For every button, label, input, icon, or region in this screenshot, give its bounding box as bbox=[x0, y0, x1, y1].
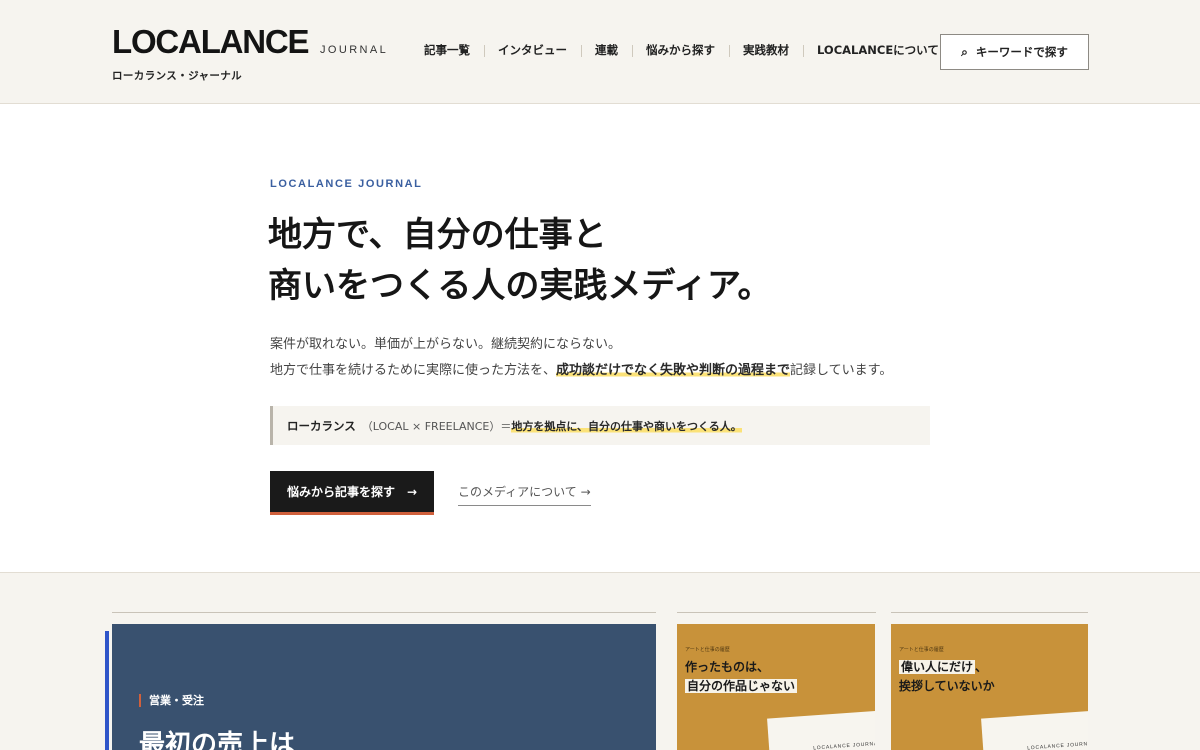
definition-box: ローカランス （LOCAL × FREELANCE）＝ 地方を拠点に、自分の仕事… bbox=[270, 406, 930, 445]
card-title-highlight: 偉い人にだけ bbox=[899, 660, 976, 674]
card-1-divider bbox=[677, 612, 876, 613]
arrow-right-icon: → bbox=[406, 484, 418, 499]
card-title-line-1: 作ったものは、 bbox=[685, 660, 770, 674]
card-paper-label: LOCALANCE JOURNAL bbox=[813, 740, 875, 750]
definition-term: ローカランス bbox=[287, 418, 356, 433]
definition-highlight: 地方を拠点に、自分の仕事や商いをつくる人。 bbox=[511, 417, 742, 434]
logo-kana: ローカランス・ジャーナル bbox=[112, 70, 243, 82]
card-series: アートと仕事の履歴 bbox=[685, 647, 730, 653]
nav-item-series[interactable]: 連載 bbox=[581, 42, 632, 58]
lead-highlight: 成功談だけでなく失敗や判断の過程まで bbox=[556, 363, 791, 378]
featured-accent-bar bbox=[105, 631, 109, 750]
lead-line-1: 案件が取れない。単価が上がらない。継続契約にならない。 bbox=[270, 337, 622, 352]
card-title: 作ったものは、 自分の作品じゃない bbox=[685, 658, 798, 696]
card-series: アートと仕事の履歴 bbox=[899, 647, 944, 653]
card-title-line-2: 自分の作品じゃない bbox=[685, 679, 798, 693]
hero-title: 地方で、自分の仕事と 商いをつくる人の実践メディア。 bbox=[268, 210, 772, 312]
nav-item-articles[interactable]: 記事一覧 bbox=[410, 42, 484, 58]
card-paper-illustration: LOCALANCE JOURNAL bbox=[981, 709, 1088, 750]
definition-paren: （LOCAL × FREELANCE）＝ bbox=[361, 419, 512, 433]
card-paper-illustration: LOCALANCE JOURNAL bbox=[767, 709, 875, 750]
hero-title-line-2: 商いをつくる人の実践メディア。 bbox=[268, 266, 772, 306]
global-nav: 記事一覧 インタビュー 連載 悩みから探す 実践教材 LOCALANCEについて bbox=[410, 41, 953, 59]
search-button-label: キーワードで探す bbox=[975, 45, 1068, 59]
nav-item-interview[interactable]: インタビュー bbox=[484, 42, 581, 58]
card-paper-label: LOCALANCE JOURNAL bbox=[1027, 740, 1088, 750]
featured-title: 最初の売上は bbox=[139, 730, 296, 750]
nav-item-about[interactable]: LOCALANCEについて bbox=[803, 42, 953, 58]
cta-primary-label: 悩みから記事を探す bbox=[286, 485, 395, 499]
find-by-concern-button[interactable]: 悩みから記事を探す → bbox=[270, 471, 434, 515]
featured-divider bbox=[112, 612, 656, 613]
nav-item-materials[interactable]: 実践教材 bbox=[729, 42, 803, 58]
lead-line-2: 地方で仕事を続けるために実際に使った方法を、成功談だけでなく失敗や判断の過程まで… bbox=[270, 358, 892, 384]
keyword-search-button[interactable]: ⌕ キーワードで探す bbox=[940, 34, 1089, 70]
site-header: LOCALANCE JOURNAL ローカランス・ジャーナル 記事一覧 インタビ… bbox=[0, 0, 1200, 104]
nav-item-by-concern[interactable]: 悩みから探す bbox=[632, 42, 729, 58]
about-media-link[interactable]: このメディアについて → bbox=[458, 483, 591, 506]
article-card[interactable]: アートと仕事の履歴 作ったものは、 自分の作品じゃない LOCALANCE JO… bbox=[677, 624, 875, 750]
featured-article[interactable]: 営業・受注 最初の売上は bbox=[112, 624, 656, 750]
card-title: 偉い人にだけ、 挨拶していないか bbox=[899, 658, 995, 696]
search-icon: ⌕ bbox=[961, 44, 968, 59]
article-card[interactable]: アートと仕事の履歴 偉い人にだけ、 挨拶していないか LOCALANCE JOU… bbox=[891, 624, 1088, 750]
logo[interactable]: LOCALANCE bbox=[112, 24, 310, 60]
hero-title-line-1: 地方で、自分の仕事と bbox=[268, 215, 607, 255]
logo-subtitle: JOURNAL bbox=[320, 44, 389, 56]
card-title-line-2: 挨拶していないか bbox=[899, 679, 995, 693]
card-title-line-1-rest: 、 bbox=[975, 660, 988, 674]
card-2-divider bbox=[891, 612, 1088, 613]
lead-line-2-after: 記録しています。 bbox=[790, 363, 893, 378]
featured-category: 営業・受注 bbox=[139, 694, 204, 707]
hero-lead: 案件が取れない。単価が上がらない。継続契約にならない。 地方で仕事を続けるために… bbox=[270, 332, 892, 384]
hero-eyebrow: LOCALANCE JOURNAL bbox=[270, 178, 423, 190]
lead-line-2-before: 地方で仕事を続けるために実際に使った方法を、 bbox=[270, 363, 557, 378]
